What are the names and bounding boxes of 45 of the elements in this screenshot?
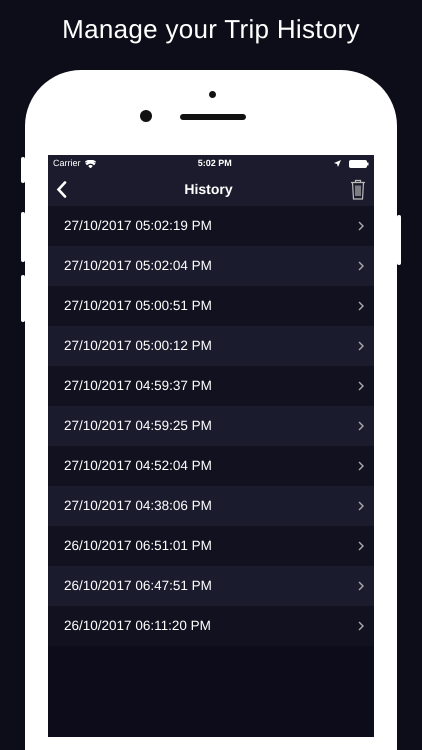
history-row[interactable]: 27/10/2017 05:02:04 PM — [48, 246, 374, 286]
chevron-icon — [358, 501, 364, 511]
history-row[interactable]: 27/10/2017 04:52:04 PM — [48, 446, 374, 486]
sensor-icon — [209, 91, 216, 98]
screen-title: History — [184, 180, 233, 199]
trash-icon[interactable] — [350, 178, 366, 200]
chevron-icon — [358, 421, 364, 431]
row-date: 26/10/2017 06:47:51 PM — [64, 576, 212, 595]
row-date: 27/10/2017 05:02:04 PM — [64, 256, 212, 275]
chevron-icon — [358, 381, 364, 391]
row-date: 27/10/2017 04:38:06 PM — [64, 496, 212, 515]
history-row[interactable]: 27/10/2017 05:02:19 PM — [48, 206, 374, 246]
row-date: 27/10/2017 05:00:12 PM — [64, 336, 212, 355]
chevron-icon — [358, 301, 364, 311]
chevron-icon — [358, 461, 364, 471]
history-row[interactable]: 26/10/2017 06:47:51 PM — [48, 566, 374, 606]
history-row[interactable]: 27/10/2017 04:38:06 PM — [48, 486, 374, 526]
wifi-icon — [84, 160, 96, 168]
row-date: 27/10/2017 05:02:19 PM — [64, 216, 212, 235]
history-row[interactable]: 27/10/2017 05:00:12 PM — [48, 326, 374, 366]
row-date: 27/10/2017 04:59:37 PM — [64, 376, 212, 395]
row-date: 27/10/2017 04:52:04 PM — [64, 456, 212, 475]
status-time: 5:02 PM — [198, 156, 232, 170]
chevron-icon — [358, 341, 364, 351]
carrier-label: Carrier — [53, 156, 81, 170]
battery-icon — [349, 160, 369, 168]
row-date: 26/10/2017 06:11:20 PM — [64, 616, 211, 635]
row-date: 26/10/2017 06:51:01 PM — [64, 536, 212, 555]
history-row[interactable]: 27/10/2017 05:00:51 PM — [48, 286, 374, 326]
page-heading: Manage your Trip History — [61, 13, 361, 46]
speaker-icon — [180, 114, 246, 120]
row-date: 27/10/2017 05:00:51 PM — [64, 296, 212, 315]
history-row[interactable]: 26/10/2017 06:51:01 PM — [48, 526, 374, 566]
history-row[interactable]: 27/10/2017 04:59:37 PM — [48, 366, 374, 406]
history-row[interactable]: 26/10/2017 06:11:20 PM — [48, 606, 374, 646]
chevron-icon — [358, 621, 364, 631]
chevron-icon — [358, 541, 364, 551]
back-icon[interactable] — [56, 180, 67, 198]
chevron-icon — [358, 221, 364, 231]
chevron-icon — [358, 581, 364, 591]
camera-icon — [140, 110, 152, 122]
chevron-icon — [358, 261, 364, 271]
history-row[interactable]: 27/10/2017 04:59:25 PM — [48, 406, 374, 446]
row-date: 27/10/2017 04:59:25 PM — [64, 416, 212, 435]
location-arrow-icon — [334, 160, 341, 167]
